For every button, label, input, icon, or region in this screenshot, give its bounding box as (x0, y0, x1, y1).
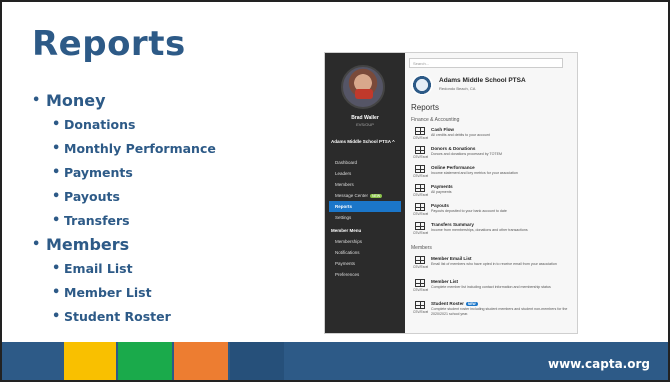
green-block (118, 342, 172, 380)
sidebar-item-members[interactable]: Members (325, 179, 405, 190)
slide-title: Reports (32, 24, 186, 64)
school-selector[interactable]: Adams Middle School PTSA ^ (331, 139, 403, 145)
report-cash-flow[interactable]: CSV/Excel Cash Flow All credits and debi… (413, 127, 577, 145)
sidebar-item-reports[interactable]: Reports (329, 201, 401, 212)
report-payouts[interactable]: CSV/Excel Payouts Payouts deposited to y… (413, 203, 577, 221)
sidebar-item-dashboard[interactable]: Dashboard (325, 157, 405, 168)
org-name: Adams Middle School PTSA (439, 77, 526, 84)
spreadsheet-icon[interactable] (415, 203, 425, 211)
bullet-student-roster: • Student Roster (52, 308, 171, 324)
spreadsheet-icon[interactable] (415, 256, 425, 264)
sidebar-item-payments[interactable]: Payments (325, 258, 405, 269)
yellow-block (64, 342, 116, 380)
footer-url[interactable]: www.capta.org (548, 357, 650, 371)
slide: Reports • Money • Donations • Monthly Perfo… (0, 0, 670, 382)
report-payments[interactable]: CSV/Excel Payments All payments (413, 184, 577, 202)
org-location: Redondo Beach, CA (439, 86, 476, 91)
user-name: Brad Waller (351, 115, 379, 121)
spreadsheet-icon[interactable] (415, 165, 425, 173)
bullet-money: • Money (32, 90, 106, 110)
user-role: EVS/OUP (356, 122, 374, 127)
sidebar-item-notifications[interactable]: Notifications (325, 247, 405, 258)
spreadsheet-icon[interactable] (415, 184, 425, 192)
new-badge: NEW (370, 193, 383, 198)
app-screenshot: Brad Waller EVS/OUP Adams Middle School … (324, 52, 578, 334)
bullet-monthly-performance: • Monthly Performance (52, 140, 216, 156)
main-content: Search... Adams Middle School PTSA Redon… (405, 53, 577, 333)
spreadsheet-icon[interactable] (415, 127, 425, 135)
sidebar-item-memberships[interactable]: Memberships (325, 236, 405, 247)
report-online-performance[interactable]: CSV/Excel Online Performance Income stat… (413, 165, 577, 183)
bullet-list: • Money • Donations • Monthly Performance •… (32, 88, 216, 328)
sidebar-item-preferences[interactable]: Preferences (325, 269, 405, 280)
section-finance: Finance & Accounting (411, 117, 460, 123)
bullet-member-list: • Member List (52, 284, 152, 300)
search-input[interactable]: Search... (409, 58, 563, 68)
spreadsheet-icon[interactable] (415, 222, 425, 230)
page-title: Reports (411, 103, 440, 112)
spreadsheet-icon[interactable] (415, 279, 425, 287)
sidebar-item-leaders[interactable]: Leaders (325, 168, 405, 179)
new-badge: NEW (465, 302, 478, 306)
bullet-payments: • Payments (52, 164, 133, 180)
sidebar: Brad Waller EVS/OUP Adams Middle School … (325, 53, 405, 333)
bullet-members: • Members (32, 234, 130, 254)
report-transfers-summary[interactable]: CSV/Excel Transfers Summary Income from … (413, 222, 577, 240)
report-member-email-list[interactable]: CSV/Excel Member Email List Email list o… (413, 256, 577, 274)
bullet-donations: • Donations (52, 116, 136, 132)
bullet-payouts: • Payouts (52, 188, 120, 204)
sidebar-item-settings[interactable]: Settings (325, 212, 405, 223)
sidebar-nav: Dashboard Leaders Members Message Center… (325, 157, 405, 280)
spreadsheet-icon[interactable] (415, 301, 425, 309)
avatar[interactable] (341, 65, 385, 109)
school-logo (411, 75, 433, 95)
orange-block (174, 342, 228, 380)
bullet-email-list: • Email List (52, 260, 133, 276)
bullet-transfers: • Transfers (52, 212, 130, 228)
report-donors-donations[interactable]: CSV/Excel Donors & Donations Donors and … (413, 146, 577, 164)
member-menu-heading: Member Menu (331, 228, 362, 233)
section-members: Members (411, 245, 432, 251)
dark-blue-block (230, 342, 284, 380)
spreadsheet-icon[interactable] (415, 146, 425, 154)
report-student-roster[interactable]: CSV/Excel Student Roster NEW Complete stu… (413, 301, 577, 319)
report-member-list[interactable]: CSV/Excel Member List Complete member li… (413, 279, 577, 297)
sidebar-item-message-center[interactable]: Message Center NEW (325, 190, 405, 201)
